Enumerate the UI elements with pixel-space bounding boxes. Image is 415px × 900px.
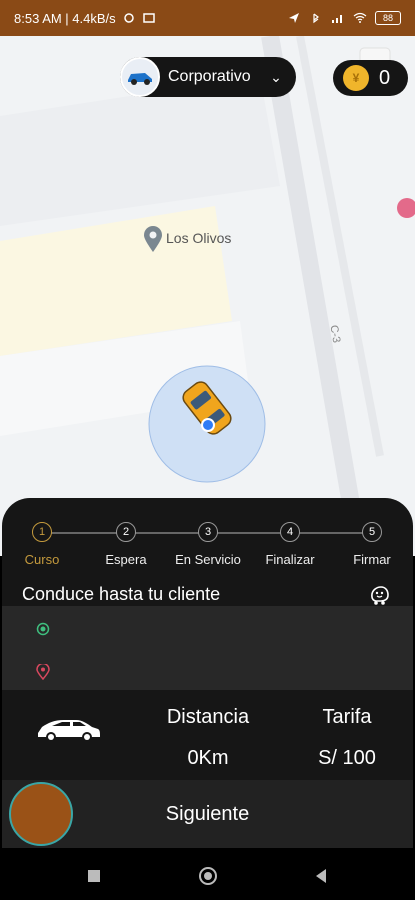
signal-icon (332, 15, 342, 23)
step-number: 1 (32, 522, 52, 542)
back-triangle-icon (316, 869, 327, 883)
wifi-icon (353, 12, 367, 23)
coins-badge[interactable]: ¥ 0 (333, 60, 408, 96)
coins-count: 0 (379, 66, 391, 89)
place-label: Los Olivos (166, 230, 232, 246)
step-espera: 2 Espera (86, 522, 166, 567)
step-number: 2 (116, 522, 136, 542)
location-arrow-icon (289, 13, 299, 23)
map-streets (0, 36, 415, 556)
car-icon (128, 73, 152, 85)
step-label: Finalizar (265, 552, 315, 567)
notification-icon (142, 13, 155, 23)
floating-action-button[interactable] (9, 782, 73, 846)
step-label: Firmar (353, 552, 391, 567)
status-time: 8:53 AM | 4.4kB/s (14, 10, 116, 26)
recents-button[interactable] (74, 856, 114, 896)
step-label: Curso (24, 552, 60, 567)
service-mode-selector[interactable]: Corporativo ⌄ (120, 57, 296, 97)
service-mode-label: Corporativo (168, 68, 251, 85)
route-box (2, 606, 413, 690)
instruction-title: Conduce hasta tu cliente (22, 584, 221, 604)
circle-icon (198, 867, 217, 885)
step-en-servicio: 3 En Servicio (168, 522, 248, 567)
chevron-down-icon: ⌄ (270, 68, 282, 85)
step-curso: 1 Curso (2, 522, 82, 567)
battery-indicator: 88 (375, 11, 401, 25)
fare-label: Tarifa (322, 706, 372, 728)
coin-icon: ¥ (343, 65, 369, 91)
distance-block: Distancia 0Km (152, 706, 264, 770)
bluetooth-icon (313, 13, 319, 24)
status-bar: 8:53 AM | 4.4kB/s 88 (0, 0, 415, 36)
step-number: 4 (280, 522, 300, 542)
step-finalizar: 4 Finalizar (250, 522, 330, 567)
system-nav-bar (0, 852, 415, 900)
fare-value: S/ 100 (318, 747, 376, 769)
fan-icon (123, 13, 134, 23)
back-button[interactable] (301, 856, 341, 896)
home-button[interactable] (188, 856, 228, 896)
waze-icon[interactable] (368, 584, 390, 606)
distance-label: Distancia (166, 706, 250, 728)
step-label: Espera (105, 552, 147, 567)
step-number: 5 (362, 522, 382, 542)
pickup-pin-icon (36, 622, 50, 636)
fare-block: Tarifa S/ 100 (300, 706, 394, 770)
place-pin-icon (144, 226, 162, 252)
car-icon (38, 720, 100, 742)
destination-pin-icon (36, 664, 50, 680)
step-firmar: 5 Firmar (332, 522, 412, 567)
square-icon (87, 870, 100, 882)
trip-info: Distancia 0Km Tarifa S/ 100 (2, 692, 413, 778)
step-number: 3 (198, 522, 218, 542)
map-view[interactable]: Los Olivos C-3 (0, 36, 415, 556)
step-label: En Servicio (175, 552, 241, 567)
distance-value: 0Km (187, 747, 229, 769)
car-avatar (120, 57, 160, 97)
